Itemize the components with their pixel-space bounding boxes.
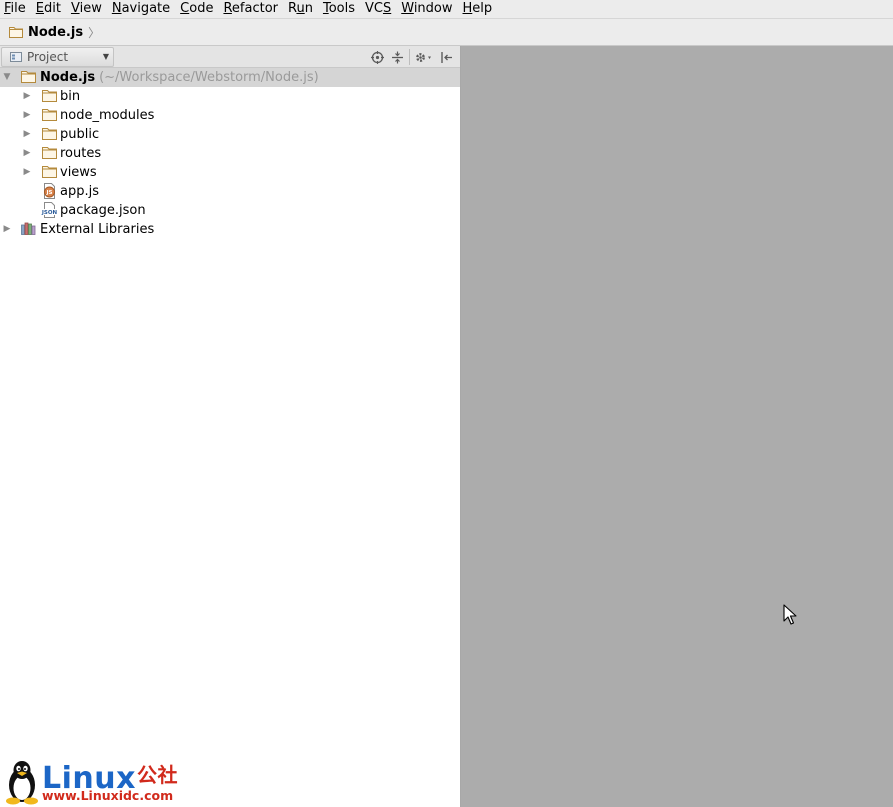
svg-text:JSON: JSON	[41, 210, 58, 216]
expanded-arrow-icon[interactable]: ▼	[3, 72, 11, 83]
menu-run[interactable]: Run	[283, 0, 318, 18]
tree-item-views[interactable]: ▶ views	[0, 163, 460, 182]
svg-text:JS: JS	[45, 190, 52, 196]
folder-icon	[42, 166, 57, 178]
tree-item-label: package.json	[60, 203, 146, 218]
hide-icon[interactable]	[436, 47, 456, 67]
project-icon	[10, 51, 22, 62]
tree-item-package-json[interactable]: JSON package.json	[0, 201, 460, 220]
json-file-icon: JSON	[41, 202, 58, 218]
collapsed-arrow-icon[interactable]: ▶	[23, 110, 31, 121]
project-tree: ▼ Node.js (~/Workspace/Webstorm/Node.js) …	[0, 68, 460, 239]
folder-icon	[42, 147, 57, 159]
folder-icon	[9, 27, 23, 38]
tree-item-bin[interactable]: ▶ bin	[0, 87, 460, 106]
menu-edit[interactable]: Edit	[31, 0, 66, 18]
editor-area[interactable]	[461, 46, 893, 807]
project-panel-header: Project ▼	[0, 46, 460, 68]
tree-item-label: bin	[60, 89, 81, 104]
chevron-down-icon: ▼	[102, 52, 109, 61]
tree-item-label: External Libraries	[40, 222, 155, 237]
tree-root-text: Node.js (~/Workspace/Webstorm/Node.js)	[40, 69, 319, 86]
menu-navigate[interactable]: Navigate	[107, 0, 175, 18]
tree-item-label: app.js	[60, 184, 99, 199]
tree-item-app-js[interactable]: JS app.js	[0, 182, 460, 201]
locate-icon[interactable]	[367, 47, 387, 67]
folder-icon	[42, 128, 57, 140]
settings-icon[interactable]	[412, 47, 436, 67]
tree-item-label: views	[60, 165, 97, 180]
tree-item-routes[interactable]: ▶ routes	[0, 144, 460, 163]
menu-help[interactable]: Help	[458, 0, 498, 18]
penguin-logo-icon	[6, 761, 38, 805]
folder-icon	[21, 71, 36, 83]
menu-view[interactable]: View	[66, 0, 107, 18]
tree-item-public[interactable]: ▶ public	[0, 125, 460, 144]
js-file-icon: JS	[44, 183, 55, 199]
folder-icon	[42, 109, 57, 121]
tree-root-path: (~/Workspace/Webstorm/Node.js)	[99, 70, 319, 85]
project-panel: Project ▼ ▼ Node.js (~/Workspace/Webstor…	[0, 46, 461, 807]
watermark-brand-cn: 公社	[136, 763, 178, 787]
toolbar-separator	[409, 49, 410, 65]
tree-item-external-libraries[interactable]: ▶ External Libraries	[0, 220, 460, 239]
menu-window[interactable]: Window	[396, 0, 457, 18]
menu-tools[interactable]: Tools	[318, 0, 360, 18]
collapsed-arrow-icon[interactable]: ▶	[23, 148, 31, 159]
tree-item-node-modules[interactable]: ▶ node_modules	[0, 106, 460, 125]
tree-root-label: Node.js	[40, 70, 96, 85]
menu-vcs[interactable]: VCS	[360, 0, 396, 18]
navigation-bar: Node.js 〉	[0, 18, 893, 46]
project-view-dropdown[interactable]: Project ▼	[1, 46, 114, 67]
collapsed-arrow-icon[interactable]: ▶	[23, 91, 31, 102]
tree-item-label: node_modules	[60, 108, 155, 123]
watermark: Linux公社 www.Linuxidc.com	[4, 757, 184, 805]
menu-bar: File Edit View Navigate Code Refactor Ru…	[0, 0, 893, 18]
breadcrumb-label: Node.js	[28, 24, 84, 40]
project-view-label: Project	[27, 49, 69, 64]
collapse-all-icon[interactable]	[387, 47, 407, 67]
mouse-pointer-icon	[783, 604, 797, 625]
collapsed-arrow-icon[interactable]: ▶	[23, 129, 31, 140]
menu-code[interactable]: Code	[175, 0, 218, 18]
tree-item-label: routes	[60, 146, 102, 161]
panel-toolbar	[367, 47, 456, 67]
library-icon	[21, 222, 36, 235]
breadcrumb-separator: 〉	[88, 25, 101, 40]
folder-icon	[42, 90, 57, 102]
menu-file[interactable]: File	[0, 0, 31, 18]
watermark-url: www.Linuxidc.com	[42, 788, 174, 803]
tree-root-row[interactable]: ▼ Node.js (~/Workspace/Webstorm/Node.js)	[0, 68, 460, 87]
menu-refactor[interactable]: Refactor	[218, 0, 283, 18]
tree-item-label: public	[60, 127, 100, 142]
collapsed-arrow-icon[interactable]: ▶	[23, 167, 31, 178]
breadcrumb[interactable]: Node.js 〉	[9, 22, 100, 42]
collapsed-arrow-icon[interactable]: ▶	[3, 224, 11, 235]
